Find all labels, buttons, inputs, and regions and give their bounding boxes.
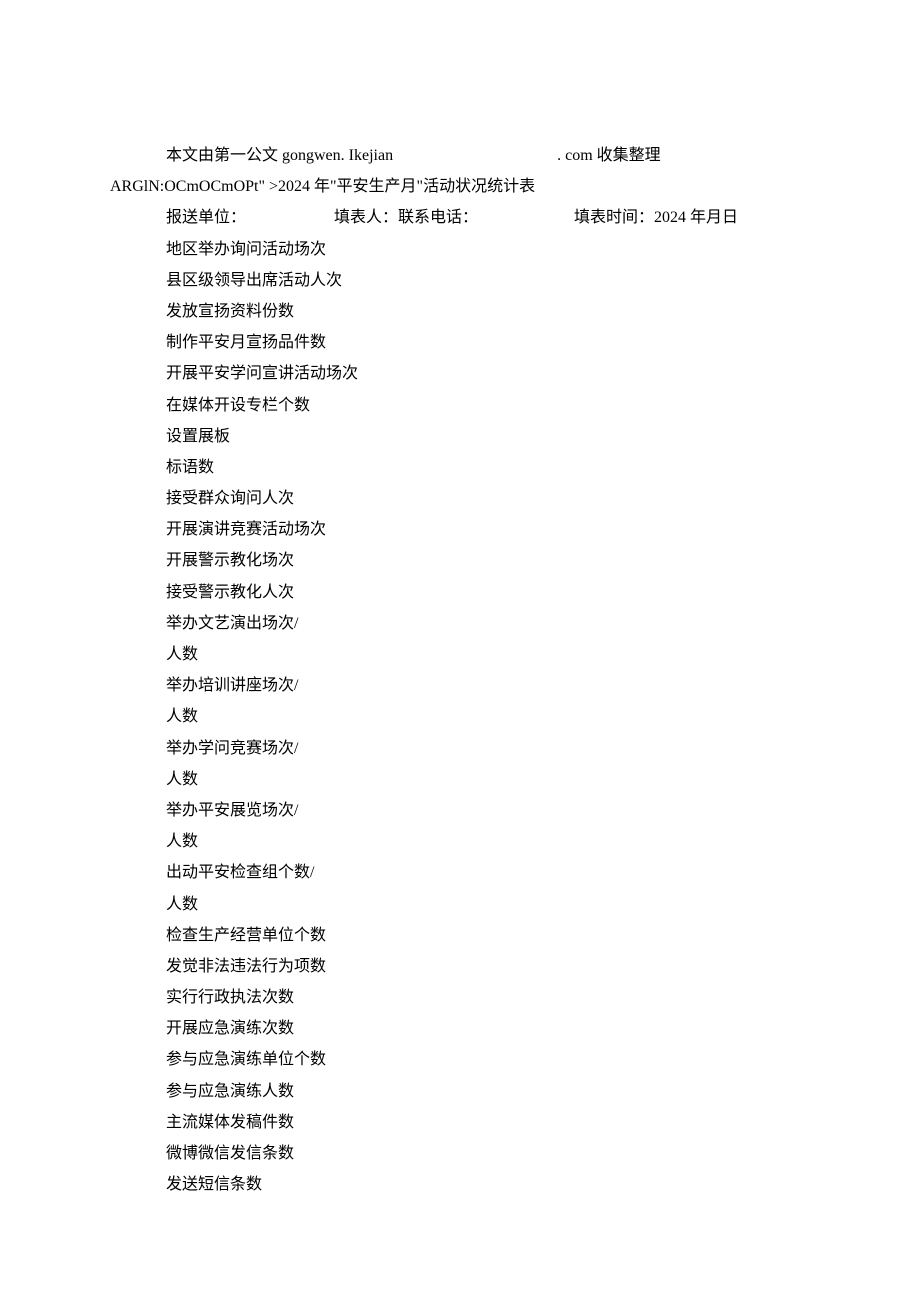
item-text: 举办培训讲座场次/	[166, 677, 298, 694]
list-item: 人数	[110, 889, 810, 920]
list-item: 发放宣扬资料份数	[110, 296, 810, 327]
item-text: 接受警示教化人次	[166, 584, 294, 601]
item-text: 人数	[166, 771, 198, 788]
list-item: 标语数	[110, 452, 810, 483]
list-item: 参与应急演练人数	[110, 1076, 810, 1107]
item-text: 县区级领导出席活动人次	[166, 272, 342, 289]
item-text: 发放宣扬资料份数	[166, 303, 294, 320]
list-item: 人数	[110, 639, 810, 670]
item-text: 设置展板	[166, 428, 230, 445]
list-item: 举办平安展览场次/	[110, 795, 810, 826]
item-text: 实行行政执法次数	[166, 989, 294, 1006]
item-text: 举办文艺演出场次/	[166, 615, 298, 632]
item-text: 地区举办询问活动场次	[166, 241, 326, 258]
item-text: 标语数	[166, 459, 214, 476]
list-item: 发觉非法违法行为项数	[110, 951, 810, 982]
source-line: 本文由第一公文 gongwen. Ikejian . com 收集整理	[110, 140, 810, 171]
list-item: 发送短信条数	[110, 1169, 810, 1200]
list-item: 参与应急演练单位个数	[110, 1044, 810, 1075]
item-text: 人数	[166, 833, 198, 850]
item-text: 发觉非法违法行为项数	[166, 958, 326, 975]
item-text: 制作平安月宣扬品件数	[166, 334, 326, 351]
item-text: 开展警示教化场次	[166, 552, 294, 569]
item-text: 人数	[166, 646, 198, 663]
item-text: 人数	[166, 708, 198, 725]
list-item: 制作平安月宣扬品件数	[110, 327, 810, 358]
filler-label: 填表人：联系电话：	[334, 202, 574, 233]
info-row: 报送单位： 填表人：联系电话： 填表时间：2024 年月日	[110, 202, 810, 233]
item-text: 在媒体开设专栏个数	[166, 397, 310, 414]
list-item: 在媒体开设专栏个数	[110, 390, 810, 421]
item-text: 开展平安学问宣讲活动场次	[166, 365, 358, 382]
item-text: 微博微信发信条数	[166, 1145, 294, 1162]
source-suffix: . com 收集整理	[557, 147, 661, 164]
item-text: 参与应急演练人数	[166, 1083, 294, 1100]
list-item: 开展应急演练次数	[110, 1013, 810, 1044]
item-text: 出动平安检查组个数/	[166, 864, 314, 881]
list-item: 开展平安学问宣讲活动场次	[110, 358, 810, 389]
report-unit-label: 报送单位：	[166, 202, 334, 233]
list-item: 接受群众询问人次	[110, 483, 810, 514]
list-item: 举办学问竞赛场次/	[110, 733, 810, 764]
list-item: 实行行政执法次数	[110, 982, 810, 1013]
fill-time-label: 填表时间：2024 年月日	[574, 202, 738, 233]
list-item: 出动平安检查组个数/	[110, 857, 810, 888]
item-text: 检查生产经营单位个数	[166, 927, 326, 944]
list-item: 微博微信发信条数	[110, 1138, 810, 1169]
list-item: 人数	[110, 701, 810, 732]
item-text: 举办学问竞赛场次/	[166, 740, 298, 757]
list-item: 县区级领导出席活动人次	[110, 265, 810, 296]
list-item: 举办文艺演出场次/	[110, 608, 810, 639]
list-item: 人数	[110, 764, 810, 795]
list-item: 开展演讲竞赛活动场次	[110, 514, 810, 545]
list-item: 设置展板	[110, 421, 810, 452]
title-text: ARGlN:OCmOCmOPt" >2024 年"平安生产月"活动状况统计表	[110, 178, 535, 195]
title-line: ARGlN:OCmOCmOPt" >2024 年"平安生产月"活动状况统计表	[110, 171, 810, 202]
list-item: 举办培训讲座场次/	[110, 670, 810, 701]
list-item: 人数	[110, 826, 810, 857]
item-text: 开展应急演练次数	[166, 1020, 294, 1037]
item-text: 开展演讲竞赛活动场次	[166, 521, 326, 538]
list-item: 接受警示教化人次	[110, 577, 810, 608]
list-item: 开展警示教化场次	[110, 545, 810, 576]
item-text: 发送短信条数	[166, 1176, 262, 1193]
item-text: 接受群众询问人次	[166, 490, 294, 507]
item-text: 人数	[166, 896, 198, 913]
list-item: 主流媒体发稿件数	[110, 1107, 810, 1138]
item-text: 主流媒体发稿件数	[166, 1114, 294, 1131]
list-item: 检查生产经营单位个数	[110, 920, 810, 951]
source-prefix: 本文由第一公文 gongwen. Ikejian	[166, 147, 393, 164]
item-text: 参与应急演练单位个数	[166, 1051, 326, 1068]
list-item: 地区举办询问活动场次	[110, 234, 810, 265]
item-text: 举办平安展览场次/	[166, 802, 298, 819]
